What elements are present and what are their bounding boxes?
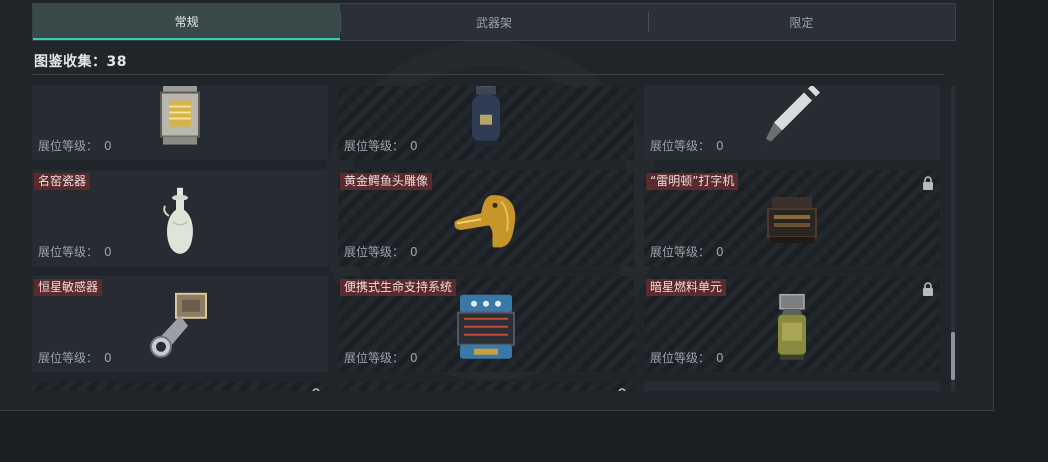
lock-icon <box>923 176 933 190</box>
item-name: “雷明顿”打字机 <box>646 173 739 190</box>
item-card[interactable] <box>32 382 328 391</box>
display-level: 展位等级： 0 <box>344 245 418 259</box>
collection-count: 图鉴收集：38 <box>34 51 127 71</box>
item-name: 名窑瓷器 <box>34 173 91 190</box>
typewriter-icon <box>767 197 817 243</box>
pen-icon <box>765 86 820 146</box>
item-name: 暗星燃料单元 <box>646 279 727 296</box>
display-level: 展位等级： 0 <box>344 139 418 153</box>
item-card[interactable]: 恒星敏感器 展位等级： 0 <box>32 276 328 372</box>
life-support-icon <box>457 294 515 359</box>
collection-panel: 常规 武器架 限定 图鉴收集：38 展位等级： 0 展位等级： 0 展位等级： … <box>0 0 994 411</box>
item-card[interactable]: 展位等级： 0 <box>32 86 328 160</box>
divider <box>32 74 944 75</box>
item-card[interactable]: 暗星燃料单元 展位等级： 0 <box>644 276 940 372</box>
collection-count-value: 38 <box>106 54 127 70</box>
lock-icon <box>312 388 320 391</box>
tab-regular[interactable]: 常规 <box>33 4 341 40</box>
lock-icon <box>618 388 626 391</box>
item-grid-viewport: 展位等级： 0 展位等级： 0 展位等级： 0 名窑瓷器 展位等级： 0 黄金鳄… <box>32 86 948 391</box>
category-tabs: 常规 武器架 限定 <box>32 3 956 41</box>
item-card[interactable] <box>644 382 940 391</box>
star-sensor-icon <box>150 292 207 358</box>
display-level: 展位等级： 0 <box>38 139 112 153</box>
item-card[interactable]: 黄金鳄鱼头雕像 展位等级： 0 <box>338 170 634 266</box>
fuel-cell-icon <box>778 293 806 360</box>
item-card[interactable] <box>338 382 634 391</box>
display-level: 展位等级： 0 <box>38 245 112 259</box>
generator-icon <box>160 86 200 145</box>
tab-weapon-rack[interactable]: 武器架 <box>340 4 647 40</box>
item-name: 便携式生命支持系统 <box>340 279 457 296</box>
display-level: 展位等级： 0 <box>650 139 724 153</box>
item-card[interactable]: 展位等级： 0 <box>338 86 634 160</box>
display-level: 展位等级： 0 <box>344 351 418 365</box>
item-card[interactable]: “雷明顿”打字机 展位等级： 0 <box>644 170 940 266</box>
display-level: 展位等级： 0 <box>650 351 724 365</box>
item-card[interactable]: 展位等级： 0 <box>644 86 940 160</box>
item-card[interactable]: 名窑瓷器 展位等级： 0 <box>32 170 328 266</box>
display-level: 展位等级： 0 <box>38 351 112 365</box>
scrollbar-thumb[interactable] <box>951 332 955 380</box>
collection-count-label: 图鉴收集： <box>34 54 107 70</box>
item-name: 恒星敏感器 <box>34 279 103 296</box>
golden-crocodile-icon <box>454 195 516 248</box>
item-card[interactable]: 便携式生命支持系统 展位等级： 0 <box>338 276 634 372</box>
item-grid: 展位等级： 0 展位等级： 0 展位等级： 0 名窑瓷器 展位等级： 0 黄金鳄… <box>32 86 948 391</box>
porcelain-vase-icon <box>163 187 193 254</box>
gas-canister-icon <box>472 86 500 147</box>
tab-limited[interactable]: 限定 <box>647 4 955 40</box>
display-level: 展位等级： 0 <box>650 245 724 259</box>
scrollbar[interactable] <box>951 86 955 391</box>
lock-icon <box>923 282 933 296</box>
item-name: 黄金鳄鱼头雕像 <box>340 173 433 190</box>
